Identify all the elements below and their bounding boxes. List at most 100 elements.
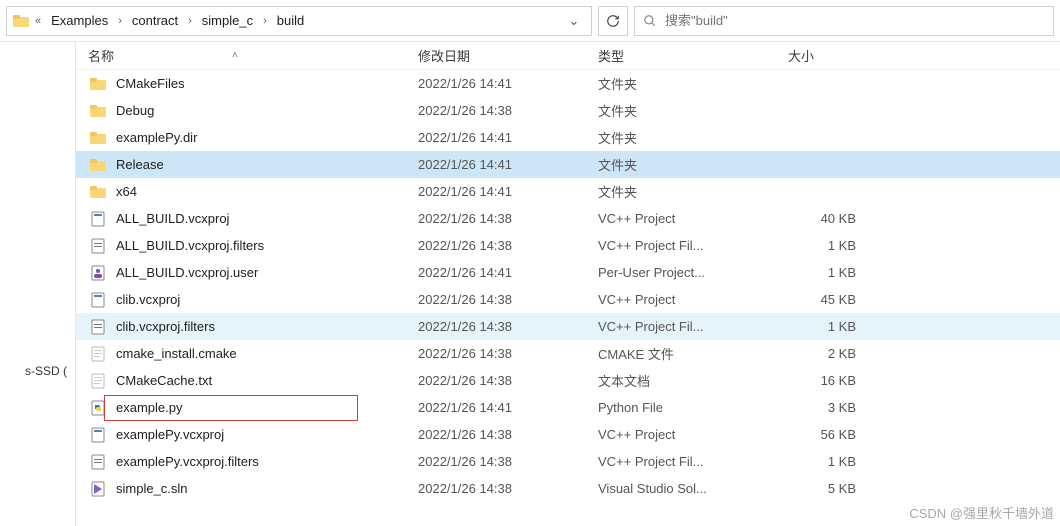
file-date: 2022/1/26 14:38 bbox=[418, 454, 598, 469]
table-row[interactable]: x642022/1/26 14:41文件夹 bbox=[76, 178, 1060, 205]
file-date: 2022/1/26 14:41 bbox=[418, 184, 598, 199]
file-name: Release bbox=[116, 157, 418, 172]
sln-icon bbox=[88, 481, 108, 497]
file-size: 2 KB bbox=[788, 346, 878, 361]
search-input[interactable] bbox=[665, 13, 1045, 28]
file-size: 5 KB bbox=[788, 481, 878, 496]
file-type: 文件夹 bbox=[598, 74, 788, 93]
breadcrumb-dropdown-icon[interactable]: ⌄ bbox=[563, 13, 585, 29]
breadcrumb[interactable]: « Examples › contract › simple_c › build… bbox=[6, 6, 592, 36]
file-date: 2022/1/26 14:38 bbox=[418, 292, 598, 307]
vcx-icon bbox=[88, 427, 108, 443]
file-name: ALL_BUILD.vcxproj.user bbox=[116, 265, 418, 280]
table-row[interactable]: simple_c.sln2022/1/26 14:38Visual Studio… bbox=[76, 475, 1060, 502]
file-name: Debug bbox=[116, 103, 418, 118]
file-date: 2022/1/26 14:38 bbox=[418, 211, 598, 226]
file-type: VC++ Project bbox=[598, 211, 788, 226]
file-size: 16 KB bbox=[788, 373, 878, 388]
table-row[interactable]: clib.vcxproj2022/1/26 14:38VC++ Project4… bbox=[76, 286, 1060, 313]
file-type: VC++ Project Fil... bbox=[598, 319, 788, 334]
file-date: 2022/1/26 14:38 bbox=[418, 103, 598, 118]
file-list: 名称˄ 修改日期 类型 大小 CMakeFiles2022/1/26 14:41… bbox=[76, 42, 1060, 526]
file-name: examplePy.vcxproj bbox=[116, 427, 418, 442]
flt-icon bbox=[88, 319, 108, 335]
chevron-right-icon: › bbox=[186, 15, 194, 27]
crumb-simple-c[interactable]: simple_c bbox=[198, 11, 257, 30]
crumb-build[interactable]: build bbox=[273, 11, 308, 30]
file-size: 56 KB bbox=[788, 427, 878, 442]
file-type: 文件夹 bbox=[598, 101, 788, 120]
table-row[interactable]: example.py2022/1/26 14:41Python File3 KB bbox=[76, 394, 1060, 421]
file-name: CMakeFiles bbox=[116, 76, 418, 91]
table-row[interactable]: Debug2022/1/26 14:38文件夹 bbox=[76, 97, 1060, 124]
file-date: 2022/1/26 14:38 bbox=[418, 373, 598, 388]
file-name: cmake_install.cmake bbox=[116, 346, 418, 361]
file-type: VC++ Project Fil... bbox=[598, 454, 788, 469]
file-name: clib.vcxproj.filters bbox=[116, 319, 418, 334]
file-type: 文件夹 bbox=[598, 155, 788, 174]
table-row[interactable]: Release2022/1/26 14:41文件夹 bbox=[76, 151, 1060, 178]
nav-sidebar[interactable]: s-SSD ( bbox=[0, 42, 76, 526]
table-row[interactable]: examplePy.vcxproj2022/1/26 14:38VC++ Pro… bbox=[76, 421, 1060, 448]
header-size[interactable]: 大小 bbox=[788, 46, 878, 65]
folder-icon bbox=[88, 185, 108, 199]
folder-icon bbox=[88, 104, 108, 118]
file-date: 2022/1/26 14:38 bbox=[418, 481, 598, 496]
file-type: 文件夹 bbox=[598, 182, 788, 201]
table-row[interactable]: CMakeFiles2022/1/26 14:41文件夹 bbox=[76, 70, 1060, 97]
flt-icon bbox=[88, 238, 108, 254]
content-area: s-SSD ( 名称˄ 修改日期 类型 大小 CMakeFiles2022/1/… bbox=[0, 42, 1060, 526]
file-date: 2022/1/26 14:41 bbox=[418, 265, 598, 280]
table-row[interactable]: cmake_install.cmake2022/1/26 14:38CMAKE … bbox=[76, 340, 1060, 367]
table-row[interactable]: examplePy.vcxproj.filters2022/1/26 14:38… bbox=[76, 448, 1060, 475]
file-date: 2022/1/26 14:38 bbox=[418, 319, 598, 334]
header-date[interactable]: 修改日期 bbox=[418, 46, 598, 65]
file-name: ALL_BUILD.vcxproj.filters bbox=[116, 238, 418, 253]
file-name: simple_c.sln bbox=[116, 481, 418, 496]
file-date: 2022/1/26 14:41 bbox=[418, 130, 598, 145]
file-icon bbox=[88, 373, 108, 389]
file-name: ALL_BUILD.vcxproj bbox=[116, 211, 418, 226]
file-type: Visual Studio Sol... bbox=[598, 481, 788, 496]
table-row[interactable]: examplePy.dir2022/1/26 14:41文件夹 bbox=[76, 124, 1060, 151]
file-size: 3 KB bbox=[788, 400, 878, 415]
file-name: x64 bbox=[116, 184, 418, 199]
file-size: 1 KB bbox=[788, 454, 878, 469]
file-size: 1 KB bbox=[788, 238, 878, 253]
crumb-examples[interactable]: Examples bbox=[47, 11, 112, 30]
file-name: examplePy.vcxproj.filters bbox=[116, 454, 418, 469]
vcx-icon bbox=[88, 292, 108, 308]
table-row[interactable]: ALL_BUILD.vcxproj.user2022/1/26 14:41Per… bbox=[76, 259, 1060, 286]
file-date: 2022/1/26 14:41 bbox=[418, 157, 598, 172]
folder-icon bbox=[88, 158, 108, 172]
file-size: 40 KB bbox=[788, 211, 878, 226]
table-row[interactable]: ALL_BUILD.vcxproj2022/1/26 14:38VC++ Pro… bbox=[76, 205, 1060, 232]
refresh-button[interactable] bbox=[598, 6, 628, 36]
table-row[interactable]: ALL_BUILD.vcxproj.filters2022/1/26 14:38… bbox=[76, 232, 1060, 259]
folder-icon bbox=[88, 77, 108, 91]
folder-icon bbox=[13, 14, 29, 28]
search-box[interactable] bbox=[634, 6, 1054, 36]
file-date: 2022/1/26 14:38 bbox=[418, 346, 598, 361]
table-row[interactable]: clib.vcxproj.filters2022/1/26 14:38VC++ … bbox=[76, 313, 1060, 340]
table-row[interactable]: CMakeCache.txt2022/1/26 14:38文本文档16 KB bbox=[76, 367, 1060, 394]
file-size: 45 KB bbox=[788, 292, 878, 307]
file-date: 2022/1/26 14:38 bbox=[418, 238, 598, 253]
file-date: 2022/1/26 14:41 bbox=[418, 76, 598, 91]
header-name[interactable]: 名称˄ bbox=[88, 46, 418, 65]
crumb-contract[interactable]: contract bbox=[128, 11, 182, 30]
header-type[interactable]: 类型 bbox=[598, 46, 788, 65]
watermark: CSDN @强里秋千墙外道 bbox=[909, 503, 1054, 522]
chevron-right-icon: › bbox=[261, 15, 269, 27]
folder-icon bbox=[88, 131, 108, 145]
file-icon bbox=[88, 346, 108, 362]
file-date: 2022/1/26 14:38 bbox=[418, 427, 598, 442]
file-type: CMAKE 文件 bbox=[598, 344, 788, 363]
file-name: example.py bbox=[116, 400, 418, 415]
file-date: 2022/1/26 14:41 bbox=[418, 400, 598, 415]
overflow-chevron-icon[interactable]: « bbox=[33, 15, 43, 27]
file-name: CMakeCache.txt bbox=[116, 373, 418, 388]
file-type: 文本文档 bbox=[598, 371, 788, 390]
chevron-right-icon: › bbox=[116, 15, 124, 27]
column-headers[interactable]: 名称˄ 修改日期 类型 大小 bbox=[76, 42, 1060, 70]
